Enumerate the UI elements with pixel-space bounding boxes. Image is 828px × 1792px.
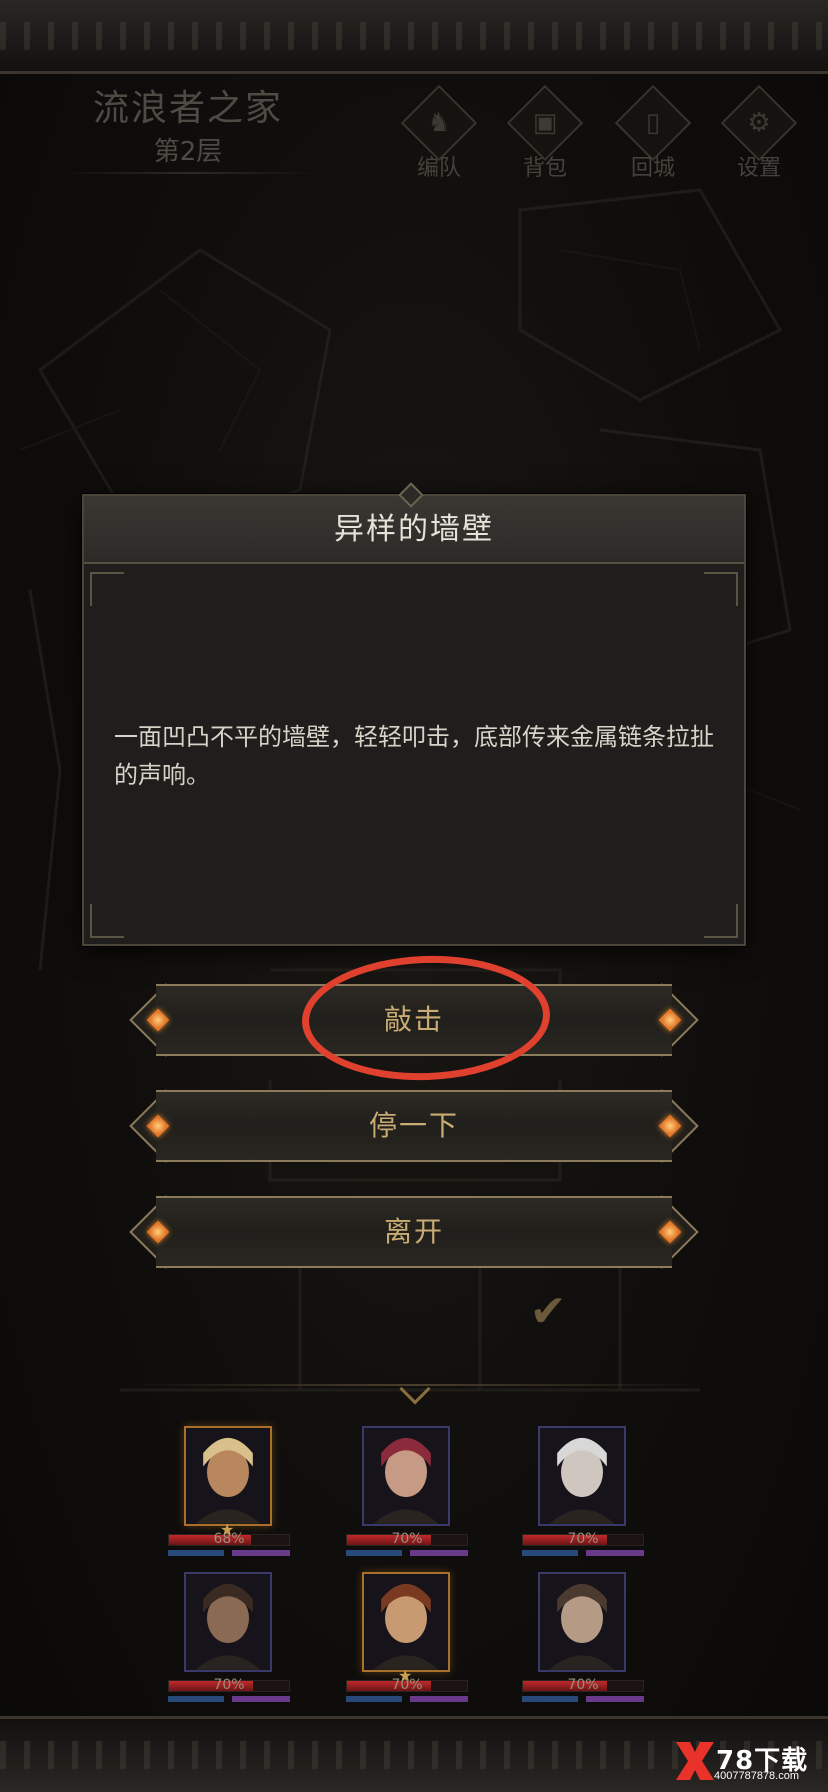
skill-bar bbox=[232, 1696, 290, 1702]
hero-slot[interactable]: 70% ★ bbox=[346, 1572, 468, 1712]
corner-ornament bbox=[704, 904, 738, 938]
floor-name: 流浪者之家 bbox=[92, 88, 283, 129]
team-button[interactable]: ♞ 编队 bbox=[394, 84, 484, 182]
hero-portrait bbox=[362, 1426, 450, 1526]
backpack-button[interactable]: ▣ 背包 bbox=[500, 84, 590, 182]
dialog-title: 异样的墙壁 bbox=[334, 512, 494, 547]
skill-bar bbox=[586, 1696, 644, 1702]
hero-slot[interactable]: 70% bbox=[522, 1426, 644, 1566]
hero-portrait bbox=[538, 1426, 626, 1526]
mana-bar bbox=[522, 1550, 578, 1556]
hero-portrait bbox=[184, 1426, 272, 1526]
hero-slot[interactable]: 70% bbox=[522, 1572, 644, 1712]
hero-slot[interactable]: 70% bbox=[346, 1426, 468, 1566]
hero-portrait bbox=[538, 1572, 626, 1672]
choice-label: 敲击 bbox=[383, 1003, 444, 1036]
event-dialog: 异样的墙壁 一面凹凸不平的墙壁，轻轻叩击，底部传来金属链条拉扯的声响。 bbox=[82, 482, 746, 946]
mana-bar bbox=[168, 1696, 224, 1702]
choice-label: 停一下 bbox=[368, 1109, 459, 1142]
choice-wait-button[interactable]: 停一下 bbox=[129, 1089, 699, 1163]
hero-portrait bbox=[184, 1572, 272, 1672]
floor-level: 第2层 bbox=[153, 137, 223, 167]
choice-leave-button[interactable]: 离开 bbox=[129, 1195, 699, 1269]
hp-percent: 70% bbox=[391, 1531, 423, 1547]
x-logo-icon bbox=[676, 1742, 714, 1780]
hero-portrait bbox=[362, 1572, 450, 1672]
hp-percent: 70% bbox=[213, 1677, 245, 1693]
hero-portrait-image bbox=[364, 1574, 448, 1670]
star-icon: ★ bbox=[220, 1520, 235, 1539]
return-town-button[interactable]: ▯ 回城 bbox=[608, 84, 698, 182]
watermark-logo: 78下载 4007787878.com bbox=[672, 1738, 824, 1788]
hp-percent: 70% bbox=[567, 1677, 599, 1693]
backpack-icon: ▣ bbox=[532, 108, 558, 138]
door-icon: ▯ bbox=[645, 108, 661, 138]
hero-portrait-image bbox=[540, 1574, 624, 1670]
return-town-label: 回城 bbox=[630, 156, 675, 181]
team-label: 编队 bbox=[416, 156, 461, 181]
top-ornament-bar bbox=[0, 0, 828, 74]
floor-divider bbox=[58, 172, 318, 174]
hp-percent: 70% bbox=[567, 1531, 599, 1547]
dialog-body-text: 一面凹凸不平的墙壁，轻轻叩击，底部传来金属链条拉扯的声响。 bbox=[114, 723, 714, 789]
horned-helmet-icon: ♞ bbox=[427, 108, 451, 138]
skill-bar bbox=[232, 1550, 290, 1556]
game-screen: 流浪者之家 第2层 ♞ 编队 ▣ 背包 ▯ 回城 ⚙ 设置 异样的墙壁 一面凹凸… bbox=[0, 0, 828, 1792]
floor-title: 流浪者之家 第2层 bbox=[38, 84, 338, 178]
hero-portrait-image bbox=[186, 1574, 270, 1670]
hero-portrait-image bbox=[364, 1428, 448, 1524]
dialog-header: 异样的墙壁 bbox=[84, 496, 744, 564]
choice-label: 离开 bbox=[383, 1215, 444, 1248]
mana-bar bbox=[522, 1696, 578, 1702]
corner-ornament bbox=[90, 572, 124, 606]
star-icon: ★ bbox=[398, 1666, 413, 1685]
choice-knock-button[interactable]: 敲击 bbox=[129, 983, 699, 1057]
mana-bar bbox=[346, 1550, 402, 1556]
checkmark-icon: ✔ bbox=[529, 1286, 567, 1337]
hero-slot[interactable]: 68% ★ bbox=[168, 1426, 290, 1566]
hero-slot[interactable]: 70% bbox=[168, 1572, 290, 1712]
hero-portrait-image bbox=[540, 1428, 624, 1524]
corner-ornament bbox=[90, 904, 124, 938]
hero-portrait-image bbox=[186, 1428, 270, 1524]
backpack-label: 背包 bbox=[522, 156, 567, 181]
skill-bar bbox=[410, 1550, 468, 1556]
corner-ornament bbox=[704, 572, 738, 606]
gear-icon: ⚙ bbox=[747, 108, 771, 138]
skill-bar bbox=[586, 1550, 644, 1556]
settings-label: 设置 bbox=[736, 156, 781, 181]
mana-bar bbox=[168, 1550, 224, 1556]
mana-bar bbox=[346, 1696, 402, 1702]
watermark-url: 4007787878.com bbox=[714, 1770, 800, 1782]
skill-bar bbox=[410, 1696, 468, 1702]
settings-button[interactable]: ⚙ 设置 bbox=[714, 84, 804, 182]
